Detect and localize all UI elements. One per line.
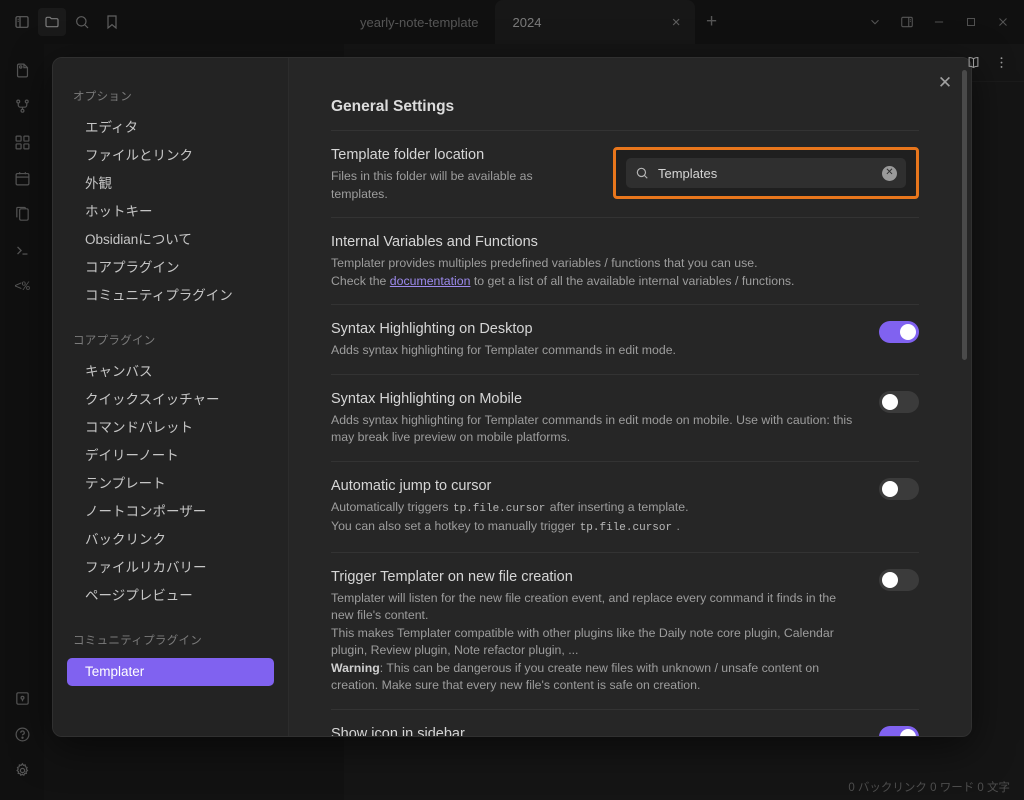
- setting-row: Syntax Highlighting on Mobile Adds syntax…: [331, 374, 919, 461]
- setting-control: [879, 319, 919, 343]
- setting-name: Automatic jump to cursor: [331, 476, 857, 496]
- setting-control: Templates ✕: [613, 145, 919, 199]
- sidebar-group-title: コミュニティプラグイン: [53, 632, 288, 648]
- toggle-switch[interactable]: [879, 391, 919, 413]
- setting-description: Adds syntax highlighting for Templater c…: [331, 412, 857, 447]
- setting-row: Syntax Highlighting on Desktop Adds synta…: [331, 304, 919, 374]
- editor-header-actions: [960, 50, 1014, 76]
- toggle-knob: [882, 572, 898, 588]
- setting-description: Automatically triggers tp.file.cursor af…: [331, 499, 857, 538]
- setting-row: Show icon in sidebarShow Templater icon …: [331, 709, 919, 737]
- setting-info: Automatic jump to cursor Automatically tr…: [331, 476, 857, 538]
- search-input-value[interactable]: Templates: [658, 166, 873, 181]
- sidebar-group-title: コアプラグイン: [53, 332, 288, 348]
- setting-description: Templater will listen for the new file c…: [331, 590, 857, 695]
- sidebar-item-option-0-6[interactable]: コミュニティプラグイン: [67, 282, 274, 310]
- settings-sidebar: オプションエディタファイルとリンク外観ホットキーObsidianについてコアプラ…: [53, 58, 289, 736]
- setting-info: Syntax Highlighting on Mobile Adds syntax…: [331, 389, 857, 447]
- reading-view-icon[interactable]: [960, 50, 986, 76]
- toggle-switch[interactable]: [879, 478, 919, 500]
- sidebar-item-option-1-5[interactable]: ノートコンポーザー: [67, 498, 274, 526]
- setting-row: Automatic jump to cursor Automatically tr…: [331, 461, 919, 552]
- setting-row: Template folder location Files in this fo…: [331, 130, 919, 217]
- setting-info: Template folder location Files in this fo…: [331, 145, 591, 203]
- setting-control: [879, 476, 919, 500]
- toggle-knob: [882, 481, 898, 497]
- setting-name: Template folder location: [331, 145, 591, 165]
- documentation-link[interactable]: documentation: [390, 274, 471, 288]
- setting-row: Trigger Templater on new file creation Te…: [331, 552, 919, 709]
- sidebar-item-option-1-4[interactable]: テンプレート: [67, 470, 274, 498]
- toggle-switch[interactable]: [879, 726, 919, 737]
- sidebar-item-option-0-3[interactable]: ホットキー: [67, 198, 274, 226]
- toggle-switch[interactable]: [879, 321, 919, 343]
- setting-name: Syntax Highlighting on Desktop: [331, 319, 857, 339]
- clear-search-icon[interactable]: ✕: [882, 166, 897, 181]
- settings-modal: オプションエディタファイルとリンク外観ホットキーObsidianについてコアプラ…: [52, 57, 972, 737]
- toggle-knob: [900, 324, 916, 340]
- setting-control: [879, 724, 919, 737]
- setting-row: Internal Variables and Functions Template…: [331, 217, 919, 304]
- setting-name: Syntax Highlighting on Mobile: [331, 389, 857, 409]
- sidebar-item-templater[interactable]: Templater: [67, 658, 274, 686]
- settings-content-pane: ✕ General Settings Template folder locat…: [289, 58, 971, 736]
- sidebar-item-option-0-1[interactable]: ファイルとリンク: [67, 142, 274, 170]
- sidebar-item-option-1-8[interactable]: ページプレビュー: [67, 582, 274, 610]
- sidebar-item-option-1-2[interactable]: コマンドパレット: [67, 414, 274, 442]
- inline-code: tp.file.cursor: [452, 503, 546, 515]
- sidebar-item-option-1-0[interactable]: キャンバス: [67, 358, 274, 386]
- sidebar-group: コミュニティプラグイン Templater: [53, 632, 288, 686]
- setting-info: Show icon in sidebarShow Templater icon …: [331, 724, 857, 737]
- setting-info: Internal Variables and Functions Template…: [331, 232, 897, 290]
- close-icon[interactable]: ✕: [933, 70, 957, 94]
- settings-list: Template folder location Files in this fo…: [331, 130, 919, 736]
- sidebar-item-option-1-6[interactable]: バックリンク: [67, 526, 274, 554]
- setting-control: [879, 389, 919, 413]
- page-title: General Settings: [331, 98, 919, 116]
- settings-scroll-container: General Settings Template folder locatio…: [289, 58, 971, 736]
- setting-control: [879, 567, 919, 591]
- sidebar-item-option-0-0[interactable]: エディタ: [67, 114, 274, 142]
- setting-description: Adds syntax highlighting for Templater c…: [331, 342, 857, 360]
- toggle-switch[interactable]: [879, 569, 919, 591]
- search-icon: [635, 166, 649, 180]
- sidebar-item-option-0-4[interactable]: Obsidianについて: [67, 226, 274, 254]
- setting-name: Trigger Templater on new file creation: [331, 567, 857, 587]
- more-options-icon[interactable]: [988, 50, 1014, 76]
- setting-description: Files in this folder will be available a…: [331, 168, 591, 203]
- sidebar-item-option-0-5[interactable]: コアプラグイン: [67, 254, 274, 282]
- toggle-knob: [900, 729, 916, 737]
- setting-info: Syntax Highlighting on Desktop Adds synta…: [331, 319, 857, 360]
- toggle-knob: [882, 394, 898, 410]
- sidebar-item-option-0-2[interactable]: 外観: [67, 170, 274, 198]
- sidebar-group-title: オプション: [53, 88, 288, 104]
- setting-description: Templater provides multiples predefined …: [331, 255, 897, 290]
- sidebar-item-option-1-1[interactable]: クイックスイッチャー: [67, 386, 274, 414]
- template-folder-search-input[interactable]: Templates ✕: [626, 158, 906, 188]
- setting-name: Show icon in sidebar: [331, 724, 857, 737]
- setting-name: Internal Variables and Functions: [331, 232, 897, 252]
- sidebar-group: オプションエディタファイルとリンク外観ホットキーObsidianについてコアプラ…: [53, 88, 288, 310]
- settings-scrollbar[interactable]: [962, 70, 967, 360]
- sidebar-item-option-1-7[interactable]: ファイルリカバリー: [67, 554, 274, 582]
- inline-code: tp.file.cursor: [579, 522, 673, 534]
- sidebar-item-option-1-3[interactable]: デイリーノート: [67, 442, 274, 470]
- setting-info: Trigger Templater on new file creation Te…: [331, 567, 857, 695]
- highlight-annotation-box: Templates ✕: [613, 147, 919, 199]
- sidebar-group: コアプラグインキャンバスクイックスイッチャーコマンドパレットデイリーノートテンプ…: [53, 332, 288, 610]
